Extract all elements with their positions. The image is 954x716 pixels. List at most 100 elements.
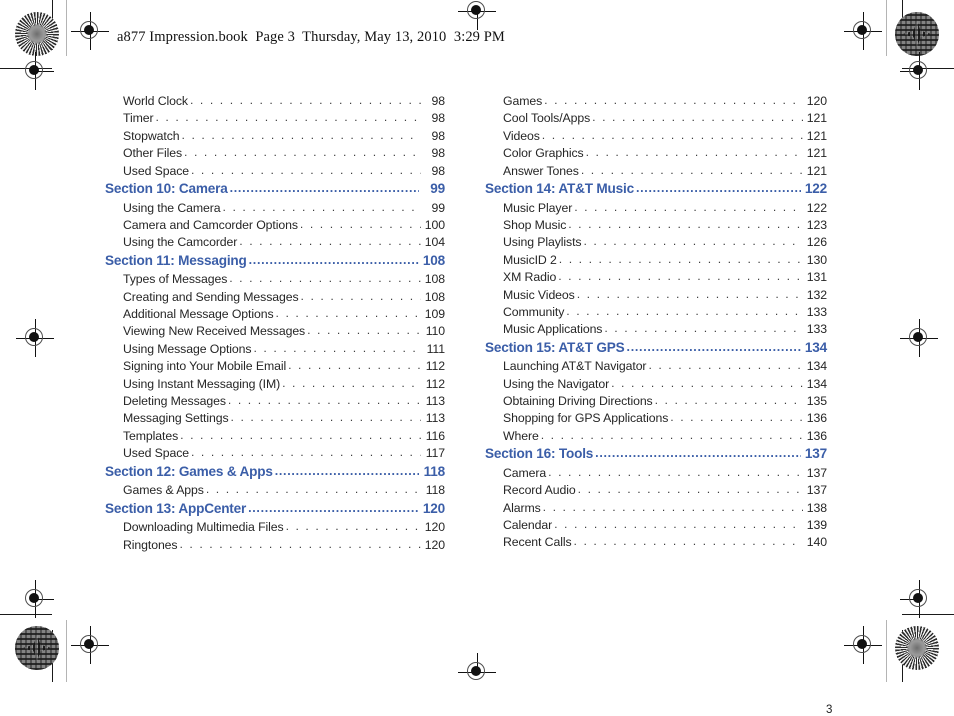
toc-section-row[interactable]: Section 16: Tools.......................… — [485, 446, 827, 466]
toc-leader-dots: . . . . . . . . . . . . . . . . . . . . … — [299, 216, 421, 231]
toc-entry-row[interactable]: Alarms. . . . . . . . . . . . . . . . . … — [485, 500, 827, 518]
toc-entry-row[interactable]: Camera and Camcorder Options. . . . . . … — [105, 216, 445, 235]
toc-leader-dots: . . . . . . . . . . . . . . . . . . . . … — [580, 162, 803, 177]
toc-page-number: 120 — [806, 94, 827, 108]
toc-entry-row[interactable]: Music Videos. . . . . . . . . . . . . . … — [485, 287, 827, 305]
toc-leader-dots: . . . . . . . . . . . . . . . . . . . . … — [288, 358, 421, 373]
toc-leader-dots: . . . . . . . . . . . . . . . . . . . . … — [189, 93, 421, 107]
toc-entry-label: Launching AT&T Navigator — [503, 359, 647, 374]
toc-leader-dots: . . . . . . . . . . . . . . . . . . . . … — [191, 162, 421, 177]
toc-entry-row[interactable]: Color Graphics. . . . . . . . . . . . . … — [485, 145, 827, 163]
toc-entry-row[interactable]: Used Space. . . . . . . . . . . . . . . … — [105, 445, 445, 463]
toc-entry-row[interactable]: Launching AT&T Navigator. . . . . . . . … — [485, 358, 827, 376]
registration-crosshair-bottom-center — [458, 653, 496, 691]
toc-entry-label: Music Player — [503, 200, 573, 215]
toc-page-number: 117 — [425, 446, 445, 461]
toc-entry-row[interactable]: Used Space. . . . . . . . . . . . . . . … — [105, 162, 445, 181]
toc-entry-label: Camera — [503, 465, 547, 480]
maze-target-mark-bottom-left — [15, 626, 59, 670]
toc-entry-row[interactable]: Templates. . . . . . . . . . . . . . . .… — [105, 428, 445, 446]
toc-page-number: 108 — [422, 252, 445, 268]
toc-entry-row[interactable]: Using Playlists. . . . . . . . . . . . .… — [485, 234, 827, 252]
toc-entry-row[interactable]: XM Radio. . . . . . . . . . . . . . . . … — [485, 269, 827, 287]
toc-entry-row[interactable]: Recent Calls. . . . . . . . . . . . . . … — [485, 534, 827, 552]
toc-page-number: 98 — [431, 146, 446, 161]
toc-entry-row[interactable]: Using Instant Messaging (IM). . . . . . … — [105, 376, 445, 394]
toc-entry-row[interactable]: World Clock. . . . . . . . . . . . . . .… — [105, 93, 445, 111]
toc-entry-row[interactable]: Messaging Settings. . . . . . . . . . . … — [105, 410, 445, 428]
toc-entry-row[interactable]: Using the Camcorder. . . . . . . . . . .… — [105, 234, 445, 252]
registration-crosshair-left-middle — [16, 319, 54, 357]
toc-leader-dots: . . . . . . . . . . . . . . . . . . . . … — [548, 464, 803, 479]
toc-leader-dots: ........................................… — [229, 180, 419, 195]
toc-entry-row[interactable]: Timer. . . . . . . . . . . . . . . . . .… — [105, 110, 445, 128]
toc-entry-row[interactable]: Shop Music. . . . . . . . . . . . . . . … — [485, 217, 827, 235]
toc-entry-label: Alarms — [503, 500, 541, 515]
toc-entry-row[interactable]: Using the Camera. . . . . . . . . . . . … — [105, 200, 445, 218]
toc-entry-row[interactable]: Music Applications. . . . . . . . . . . … — [485, 321, 827, 339]
toc-entry-row[interactable]: Videos. . . . . . . . . . . . . . . . . … — [485, 127, 827, 146]
toc-entry-row[interactable]: Using the Navigator. . . . . . . . . . .… — [485, 376, 827, 394]
toc-entry-label: World Clock — [123, 94, 188, 108]
toc-column-left: World Clock. . . . . . . . . . . . . . .… — [105, 93, 446, 555]
toc-entry-row[interactable]: Deleting Messages. . . . . . . . . . . .… — [105, 393, 445, 411]
registration-crosshair-right-upper — [900, 52, 938, 90]
toc-entry-row[interactable]: Signing into Your Mobile Email. . . . . … — [105, 358, 445, 376]
toc-entry-label: Ringtones — [123, 537, 178, 552]
toc-entry-label: Recent Calls — [503, 535, 572, 550]
toc-section-row[interactable]: Section 14: AT&T Music..................… — [485, 181, 827, 201]
toc-section-row[interactable]: Section 13: AppCenter...................… — [105, 501, 445, 521]
toc-page-number: 140 — [806, 535, 827, 550]
toc-entry-row[interactable]: Answer Tones. . . . . . . . . . . . . . … — [485, 162, 827, 181]
registration-crosshair-bottom-left — [71, 626, 109, 664]
toc-entry-label: Deleting Messages — [123, 394, 226, 409]
toc-page-number: 122 — [806, 200, 827, 215]
toc-entry-row[interactable]: Ringtones. . . . . . . . . . . . . . . .… — [105, 537, 445, 555]
toc-section-row[interactable]: Section 12: Games & Apps................… — [105, 464, 445, 484]
toc-entry-row[interactable]: Where. . . . . . . . . . . . . . . . . .… — [485, 427, 827, 446]
toc-entry-row[interactable]: Stopwatch. . . . . . . . . . . . . . . .… — [105, 127, 445, 146]
toc-entry-label: Using the Camcorder — [123, 235, 238, 250]
toc-entry-row[interactable]: Additional Message Options. . . . . . . … — [105, 306, 445, 324]
toc-leader-dots: ........................................… — [274, 463, 419, 478]
toc-entry-row[interactable]: Downloading Multimedia Files. . . . . . … — [105, 519, 445, 537]
toc-entry-label: XM Radio — [503, 270, 557, 285]
toc-entry-label: Additional Message Options — [123, 307, 274, 322]
toc-entry-label: Obtaining Driving Directions — [503, 394, 653, 409]
toc-page-number: 100 — [424, 217, 445, 232]
toc-entry-row[interactable]: Record Audio. . . . . . . . . . . . . . … — [485, 482, 827, 500]
toc-entry-label: Using the Navigator — [503, 376, 610, 391]
toc-entry-label: Other Files — [123, 146, 183, 161]
toc-entry-row[interactable]: Community. . . . . . . . . . . . . . . .… — [485, 304, 827, 322]
toc-entry-row[interactable]: Camera. . . . . . . . . . . . . . . . . … — [485, 464, 827, 483]
toc-entry-label: Templates — [123, 428, 179, 443]
toc-entry-row[interactable]: Using Message Options. . . . . . . . . .… — [105, 341, 445, 359]
toc-entry-row[interactable]: MusicID 2. . . . . . . . . . . . . . . .… — [485, 252, 827, 270]
toc-page-number: 120 — [422, 500, 445, 516]
toc-entry-row[interactable]: Games. . . . . . . . . . . . . . . . . .… — [485, 93, 827, 111]
toc-page-number: 135 — [806, 394, 827, 409]
toc-entry-row[interactable]: Creating and Sending Messages. . . . . .… — [105, 289, 445, 307]
registration-crosshair-top-left — [71, 12, 109, 50]
toc-section-row[interactable]: Section 11: Messaging...................… — [105, 253, 445, 273]
toc-section-row[interactable]: Section 10: Camera......................… — [105, 181, 445, 201]
toc-entry-row[interactable]: Games & Apps. . . . . . . . . . . . . . … — [105, 482, 445, 500]
toc-entry-row[interactable]: Shopping for GPS Applications. . . . . .… — [485, 410, 827, 428]
toc-leader-dots: . . . . . . . . . . . . . . . . . . . . … — [181, 127, 421, 142]
toc-entry-row[interactable]: Music Player. . . . . . . . . . . . . . … — [485, 200, 827, 218]
toc-entry-row[interactable]: Other Files. . . . . . . . . . . . . . .… — [105, 145, 446, 163]
toc-page-number: 118 — [423, 463, 446, 479]
toc-leader-dots: ........................................… — [626, 339, 801, 354]
toc-page-number: 131 — [806, 270, 827, 285]
toc-entry-row[interactable]: Calendar. . . . . . . . . . . . . . . . … — [485, 517, 827, 535]
toc-entry-row[interactable]: Cool Tools/Apps. . . . . . . . . . . . .… — [485, 110, 827, 128]
toc-entry-row[interactable]: Viewing New Received Messages. . . . . .… — [105, 323, 445, 341]
toc-entry-row[interactable]: Types of Messages. . . . . . . . . . . .… — [105, 271, 445, 289]
toc-section-row[interactable]: Section 15: AT&T GPS....................… — [485, 340, 827, 360]
toc-leader-dots: . . . . . . . . . . . . . . . . . . . . … — [540, 427, 803, 442]
toc-entry-row[interactable]: Obtaining Driving Directions. . . . . . … — [485, 393, 827, 411]
toc-leader-dots: . . . . . . . . . . . . . . . . . . . . … — [541, 127, 803, 142]
toc-leader-dots: . . . . . . . . . . . . . . . . . . . . … — [227, 393, 421, 408]
toc-leader-dots: . . . . . . . . . . . . . . . . . . . . … — [654, 393, 803, 408]
toc-entry-label: Cool Tools/Apps — [503, 111, 591, 126]
